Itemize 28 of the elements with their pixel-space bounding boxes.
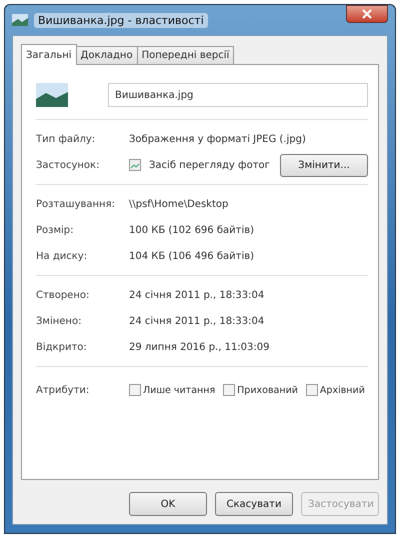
property-label: Розмір: <box>36 224 75 236</box>
property-label: Змінено: <box>36 316 82 326</box>
property-value: 24 січня 2011 р., 18:33:04 <box>129 316 264 326</box>
file-name-field[interactable]: Вишиванка.jpg <box>108 83 368 107</box>
property-label: Атрибути: <box>36 384 90 396</box>
checkbox-label[interactable]: Архівний <box>320 384 365 396</box>
property-value: 100 КБ (102 696 байтів) <box>129 224 254 236</box>
property-label: Застосунок: <box>36 160 100 170</box>
property-value: \\psf\Home\Desktop <box>129 198 228 210</box>
change-button[interactable]: Змінити... <box>280 154 368 176</box>
property-value: 24 січня 2011 р., 18:33:04 <box>129 290 264 300</box>
dialog-button[interactable]: Скасувати <box>215 492 293 516</box>
property-label: Відкрито: <box>36 342 88 352</box>
property-label: На диску: <box>36 250 88 262</box>
dialog-button[interactable]: OK <box>129 492 207 516</box>
tab[interactable]: Загальні <box>21 44 77 65</box>
property-value: Засіб перегляду фотог <box>149 160 271 170</box>
tab[interactable]: Докладно <box>76 46 138 64</box>
tab[interactable]: Попередні версії <box>136 46 234 64</box>
property-label: Створено: <box>36 290 90 300</box>
checkbox-label[interactable]: Лише читання <box>143 384 216 396</box>
property-label: Тип файлу: <box>36 134 96 144</box>
property-value: 104 КБ (106 496 байтів) <box>129 250 254 262</box>
property-label: Розташування: <box>36 198 116 210</box>
property-value: 29 липня 2016 р., 11:03:09 <box>129 342 270 352</box>
checkbox-label[interactable]: Прихований <box>237 384 298 396</box>
window-title: Вишиванка.jpg - властивості <box>34 12 208 28</box>
property-value: Зображення у форматі JPEG (.jpg) <box>129 134 306 144</box>
